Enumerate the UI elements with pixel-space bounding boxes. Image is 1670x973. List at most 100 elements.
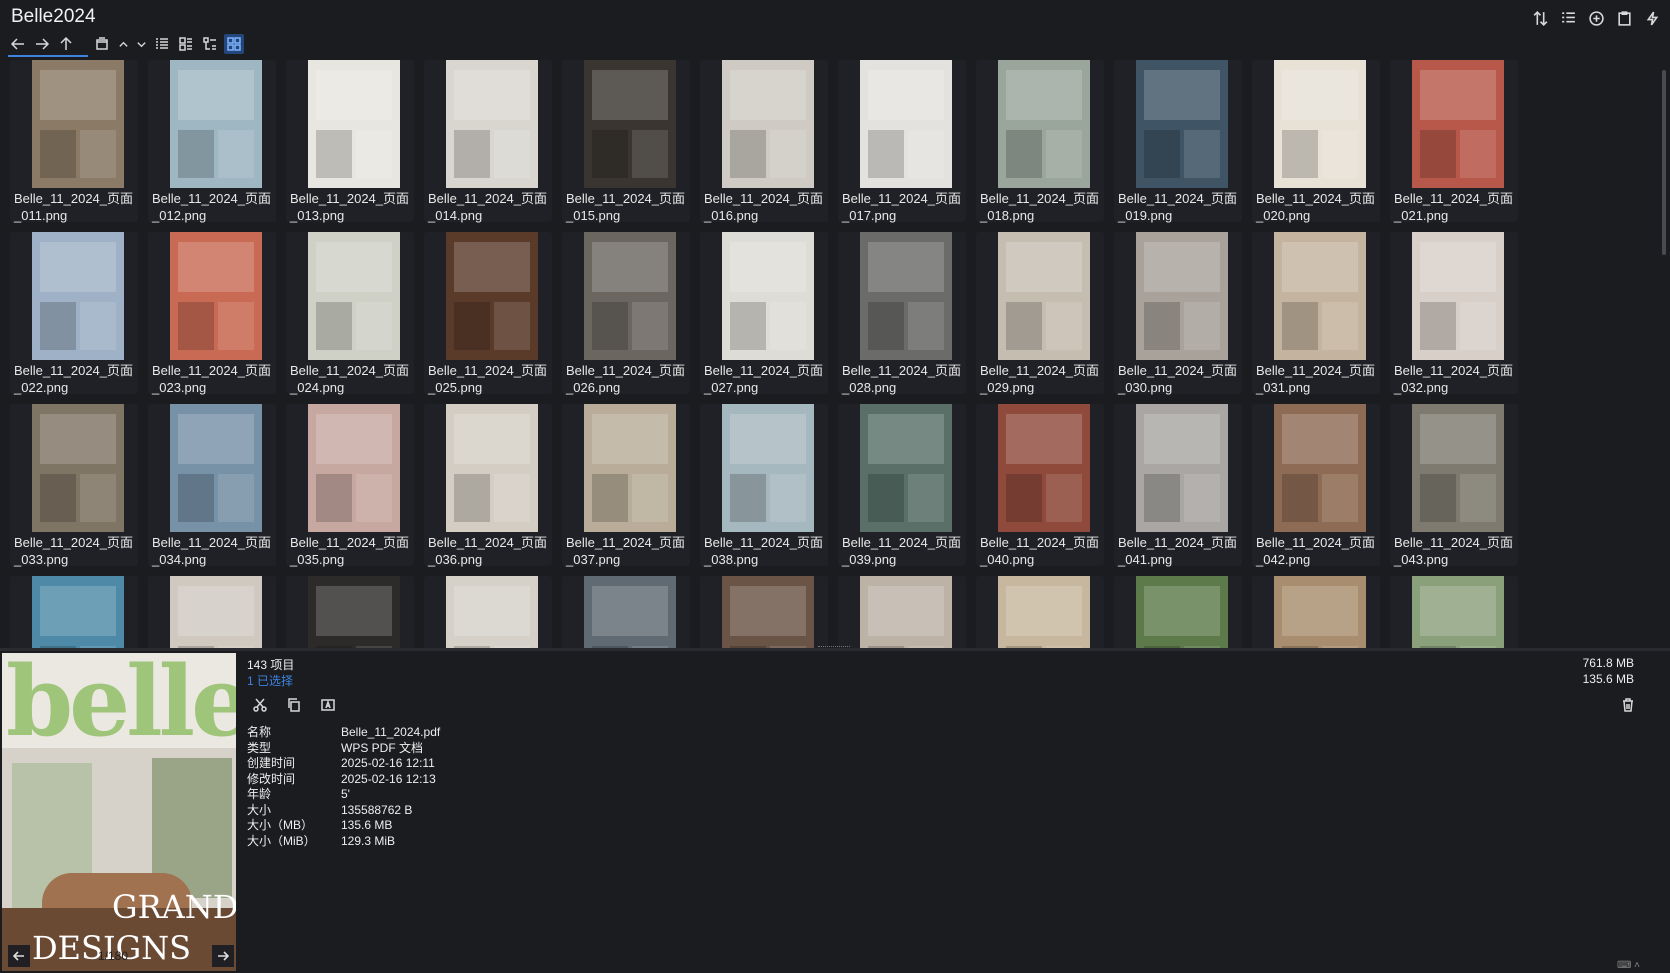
rename-icon[interactable] xyxy=(318,695,338,715)
property-value: 2025-02-16 12:13 xyxy=(341,771,436,786)
file-thumbnail-item[interactable]: Belle_11_2024_页面 _027.png xyxy=(700,232,828,395)
page-thumbnail-image xyxy=(308,576,400,648)
chevron-up-icon[interactable] xyxy=(116,34,130,54)
copy-icon[interactable] xyxy=(284,695,304,715)
file-name-label: Belle_11_2024_页面 _014.png xyxy=(428,191,548,223)
file-name-label: Belle_11_2024_页面 _041.png xyxy=(1118,535,1238,567)
grid-view-icon[interactable] xyxy=(224,34,244,54)
file-thumbnail-item[interactable] xyxy=(976,576,1104,648)
file-name-label: Belle_11_2024_页面 _037.png xyxy=(566,535,686,567)
file-thumbnail-item[interactable] xyxy=(1390,576,1518,648)
list-options-icon[interactable] xyxy=(1558,8,1578,28)
flash-icon[interactable] xyxy=(1642,8,1662,28)
property-row: 大小（MiB） 129.3 MiB xyxy=(247,834,440,850)
file-thumbnail-item[interactable]: Belle_11_2024_页面 _033.png xyxy=(10,404,138,567)
page-thumbnail-image xyxy=(1274,576,1366,648)
file-thumbnail-item[interactable]: Belle_11_2024_页面 _025.png xyxy=(424,232,552,395)
property-value: WPS PDF 文档 xyxy=(341,740,424,755)
file-thumbnail-item[interactable]: Belle_11_2024_页面 _031.png xyxy=(1252,232,1380,395)
back-icon[interactable] xyxy=(8,34,28,54)
selected-count: 1 已选择 xyxy=(247,674,294,688)
file-thumbnail-item[interactable]: Belle_11_2024_页面 _017.png xyxy=(838,60,966,223)
file-thumbnail-item[interactable]: Belle_11_2024_页面 _021.png xyxy=(1390,60,1518,223)
file-name-label: Belle_11_2024_页面 _011.png xyxy=(14,191,134,223)
add-icon[interactable] xyxy=(1586,8,1606,28)
property-key: 创建时间 xyxy=(247,756,296,770)
file-name-label: Belle_11_2024_页面 _024.png xyxy=(290,363,410,395)
file-thumbnail-item[interactable]: Belle_11_2024_页面 _032.png xyxy=(1390,232,1518,395)
file-thumbnail-item[interactable]: Belle_11_2024_页面 _037.png xyxy=(562,404,690,567)
clipboard-icon[interactable] xyxy=(1614,8,1634,28)
up-icon[interactable] xyxy=(56,34,76,54)
file-thumbnail-item[interactable]: Belle_11_2024_页面 _042.png xyxy=(1252,404,1380,567)
list-view-icon[interactable] xyxy=(176,34,196,54)
page-thumbnail-image xyxy=(860,576,952,648)
preview-prev-button[interactable] xyxy=(8,945,30,967)
property-key: 名称 xyxy=(247,725,272,739)
file-thumbnail-item[interactable]: Belle_11_2024_页面 _029.png xyxy=(976,232,1104,395)
file-thumbnail-item[interactable]: Belle_11_2024_页面 _039.png xyxy=(838,404,966,567)
window-icon[interactable] xyxy=(92,34,112,54)
page-thumbnail-image xyxy=(1136,232,1228,360)
file-thumbnail-item[interactable] xyxy=(10,576,138,648)
sort-icon[interactable] xyxy=(1530,8,1550,28)
preview-next-button[interactable] xyxy=(212,945,234,967)
forward-icon[interactable] xyxy=(32,34,52,54)
chevron-down-icon[interactable] xyxy=(134,34,148,54)
page-thumbnail-image xyxy=(722,404,814,532)
file-thumbnail-item[interactable]: Belle_11_2024_页面 _030.png xyxy=(1114,232,1242,395)
file-thumbnail-item[interactable] xyxy=(1252,576,1380,648)
header: Belle2024 xyxy=(0,0,1670,58)
file-thumbnail-item[interactable]: Belle_11_2024_页面 _011.png xyxy=(10,60,138,223)
file-thumbnail-item[interactable]: Belle_11_2024_页面 _040.png xyxy=(976,404,1104,567)
file-thumbnail-item[interactable]: Belle_11_2024_页面 _016.png xyxy=(700,60,828,223)
file-thumbnail-item[interactable]: Belle_11_2024_页面 _043.png xyxy=(1390,404,1518,567)
property-value: 135588762 B xyxy=(341,802,413,817)
trash-icon[interactable] xyxy=(1618,695,1638,715)
file-name-label: Belle_11_2024_页面 _039.png xyxy=(842,535,962,567)
property-value: 5' xyxy=(341,787,350,801)
file-thumbnail-item[interactable] xyxy=(700,576,828,648)
file-thumbnail-item[interactable]: Belle_11_2024_页面 _015.png xyxy=(562,60,690,223)
file-thumbnail-item[interactable]: Belle_11_2024_页面 _024.png xyxy=(286,232,414,395)
file-thumbnail-item[interactable]: Belle_11_2024_页面 _035.png xyxy=(286,404,414,567)
file-thumbnail-item[interactable]: Belle_11_2024_页面 _034.png xyxy=(148,404,276,567)
file-thumbnail-item[interactable]: Belle_11_2024_页面 _023.png xyxy=(148,232,276,395)
file-name-label: Belle_11_2024_页面 _034.png xyxy=(152,535,272,567)
file-thumbnail-item[interactable]: Belle_11_2024_页面 _036.png xyxy=(424,404,552,567)
tree-view-icon[interactable] xyxy=(200,34,220,54)
nav-underline xyxy=(8,55,88,57)
property-row: 大小 135588762 B xyxy=(247,803,440,819)
details-view-icon[interactable] xyxy=(152,34,172,54)
file-thumbnail-item[interactable] xyxy=(562,576,690,648)
file-thumbnail-item[interactable]: Belle_11_2024_页面 _018.png xyxy=(976,60,1104,223)
page-thumbnail-image xyxy=(860,60,952,188)
cut-icon[interactable] xyxy=(250,695,270,715)
file-thumbnail-item[interactable] xyxy=(1114,576,1242,648)
page-thumbnail-image xyxy=(1412,404,1504,532)
file-thumbnail-item[interactable]: Belle_11_2024_页面 _020.png xyxy=(1252,60,1380,223)
page-thumbnail-image xyxy=(1136,404,1228,532)
file-thumbnail-item[interactable]: Belle_11_2024_页面 _019.png xyxy=(1114,60,1242,223)
file-actions xyxy=(250,695,338,715)
file-thumbnail-item[interactable]: Belle_11_2024_页面 _028.png xyxy=(838,232,966,395)
file-thumbnail-item[interactable]: Belle_11_2024_页面 _041.png xyxy=(1114,404,1242,567)
file-name-label: Belle_11_2024_页面 _033.png xyxy=(14,535,134,567)
file-thumbnail-item[interactable]: Belle_11_2024_页面 _012.png xyxy=(148,60,276,223)
page-thumbnail-image xyxy=(32,404,124,532)
file-thumbnail-item[interactable] xyxy=(286,576,414,648)
vertical-scrollbar[interactable] xyxy=(1662,70,1666,255)
file-thumbnail-item[interactable] xyxy=(148,576,276,648)
file-thumbnail-item[interactable]: Belle_11_2024_页面 _014.png xyxy=(424,60,552,223)
file-thumbnail-item[interactable]: Belle_11_2024_页面 _026.png xyxy=(562,232,690,395)
right-toolbar xyxy=(1530,8,1662,28)
page-thumbnail-image xyxy=(1136,60,1228,188)
page-thumbnail-image xyxy=(170,232,262,360)
file-name-label: Belle_11_2024_页面 _043.png xyxy=(1394,535,1514,567)
file-thumbnail-item[interactable] xyxy=(838,576,966,648)
page-thumbnail-image xyxy=(308,60,400,188)
file-thumbnail-item[interactable]: Belle_11_2024_页面 _013.png xyxy=(286,60,414,223)
file-thumbnail-item[interactable] xyxy=(424,576,552,648)
file-thumbnail-item[interactable]: Belle_11_2024_页面 _038.png xyxy=(700,404,828,567)
file-thumbnail-item[interactable]: Belle_11_2024_页面 _022.png xyxy=(10,232,138,395)
